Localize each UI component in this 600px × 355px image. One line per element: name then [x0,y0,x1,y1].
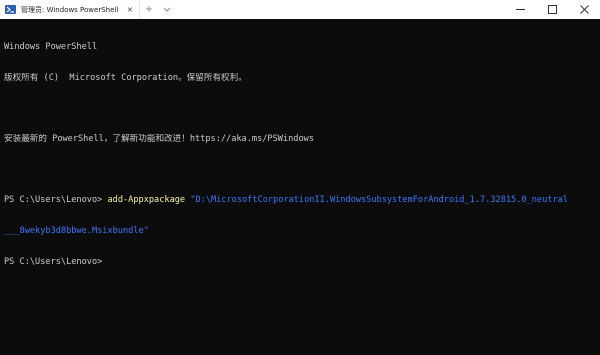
console-line: 版权所有 (C) Microsoft Corporation。保留所有权利。 [4,73,247,83]
command-line-continued: ___8wekyb3d8bbwe.Msixbundle" [4,226,596,236]
command: add-Appxpackage [107,195,186,206]
tab-close-icon[interactable]: × [123,0,137,19]
new-tab-button[interactable]: + [140,0,158,19]
maximize-icon[interactable] [536,0,568,19]
command-argument: "D:\MicrosoftCorporationII.WindowsSubsys… [185,195,568,206]
console-line: 安装最新的 PowerShell，了解新功能和改进！https://aka.ms… [4,134,314,145]
prompt: PS C:\Users\Lenovo> [4,256,103,267]
tab-title: 管理员: Windows PowerShell [21,5,119,14]
powershell-icon [5,5,16,14]
console-output[interactable]: Windows PowerShell 版权所有 (C) Microsoft Co… [0,19,600,355]
command-argument-continued: ___8wekyb3d8bbwe.Msixbundle" [4,225,149,236]
console-line: Windows PowerShell [4,42,98,53]
terminal-window: 管理员: Windows PowerShell × + Windows Powe… [0,0,600,355]
title-drag-region[interactable] [176,0,504,19]
title-bar[interactable]: 管理员: Windows PowerShell × + [0,0,600,19]
minimize-icon[interactable] [504,0,536,19]
prompt-line[interactable]: PS C:\Users\Lenovo> [4,257,596,267]
prompt: PS C:\Users\Lenovo> [4,195,108,206]
chevron-down-icon[interactable] [158,0,176,19]
tab-powershell[interactable]: 管理员: Windows PowerShell × [0,0,140,19]
command-line: PS C:\Users\Lenovo> add-Appxpackage "D:\… [4,195,596,205]
close-icon[interactable] [568,0,600,19]
